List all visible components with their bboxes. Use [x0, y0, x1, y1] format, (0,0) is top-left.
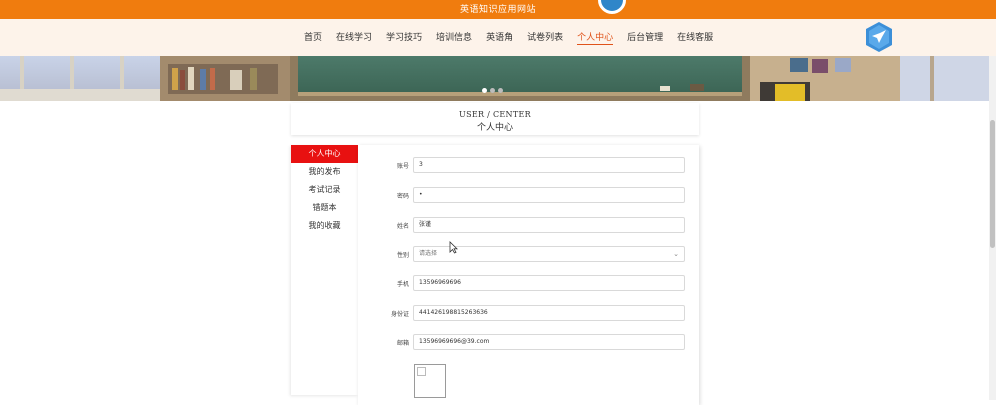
nav-item-online-learning[interactable]: 在线学习 — [336, 32, 372, 45]
classroom-banner-image — [0, 56, 989, 101]
section-title-card: USER / CENTER 个人中心 — [291, 103, 699, 135]
phone-label: 手机 — [396, 281, 409, 288]
site-title: 英语知识应用网站 — [459, 5, 536, 15]
account-input[interactable]: 3 — [413, 157, 685, 173]
form-row-id-card: 身份证 441426198815263636 — [358, 305, 699, 322]
mouse-cursor-icon — [449, 241, 458, 254]
carousel-dots — [482, 88, 503, 93]
nav-item-admin[interactable]: 后台管理 — [627, 32, 663, 45]
section-title-en: USER / CENTER — [459, 110, 531, 119]
broken-image-icon — [417, 367, 426, 376]
name-input[interactable]: 张谨 — [413, 217, 685, 233]
profile-form: 账号 3 密码 • 姓名 张谨 性别 请选择 ⌄ 手机 13596969696 … — [358, 145, 699, 405]
id-card-input[interactable]: 441426198815263636 — [413, 305, 685, 321]
nav-item-study-tips[interactable]: 学习技巧 — [386, 32, 422, 45]
nav-item-home[interactable]: 首页 — [304, 32, 322, 45]
main-navigation: 首页 在线学习 学习技巧 培训信息 英语角 试卷列表 个人中心 后台管理 在线客… — [0, 19, 996, 56]
id-card-label: 身份证 — [390, 311, 409, 318]
password-input[interactable]: • — [413, 187, 685, 203]
user-sidebar: 个人中心 我的发布 考试记录 错题本 我的收藏 — [291, 145, 358, 395]
avatar-image-upload[interactable] — [414, 364, 446, 398]
nav-item-exam-list[interactable]: 试卷列表 — [527, 32, 563, 45]
page-scrollbar[interactable] — [989, 56, 996, 400]
carousel-dot-2[interactable] — [490, 88, 495, 93]
nav-item-training-info[interactable]: 培训信息 — [436, 32, 472, 45]
form-row-account: 账号 3 — [358, 157, 699, 174]
sidebar-item-favorites[interactable]: 我的收藏 — [291, 217, 358, 235]
gender-select-placeholder: 请选择 — [419, 250, 438, 257]
form-row-phone: 手机 13596969696 — [358, 275, 699, 292]
nav-list: 首页 在线学习 学习技巧 培训信息 英语角 试卷列表 个人中心 后台管理 在线客… — [304, 32, 727, 45]
name-label: 姓名 — [396, 223, 409, 230]
bird-shield-logo-icon[interactable] — [865, 21, 893, 53]
carousel-dot-3[interactable] — [498, 88, 503, 93]
form-row-email: 邮箱 13596969696@39.com — [358, 334, 699, 351]
nav-item-user-center[interactable]: 个人中心 — [577, 32, 614, 45]
nav-item-online-service[interactable]: 在线客服 — [677, 32, 713, 45]
carousel-dot-1[interactable] — [482, 88, 487, 93]
form-row-password: 密码 • — [358, 187, 699, 204]
scrollbar-thumb[interactable] — [990, 120, 995, 248]
section-title-zh: 个人中心 — [476, 123, 513, 133]
gender-label: 性别 — [396, 252, 409, 259]
sidebar-item-wrong-questions[interactable]: 错题本 — [291, 199, 358, 217]
email-label: 邮箱 — [396, 340, 409, 347]
sidebar-item-user-center[interactable]: 个人中心 — [291, 145, 358, 163]
top-header-bar: 英语知识应用网站 — [0, 0, 996, 19]
chevron-down-icon: ⌄ — [673, 250, 679, 258]
sidebar-item-my-posts[interactable]: 我的发布 — [291, 163, 358, 181]
form-row-name: 姓名 张谨 — [358, 217, 699, 234]
account-label: 账号 — [396, 163, 409, 170]
classroom-illustration — [0, 56, 989, 101]
password-label: 密码 — [396, 193, 409, 200]
sidebar-item-exam-records[interactable]: 考试记录 — [291, 181, 358, 199]
form-row-gender: 性别 请选择 ⌄ — [358, 246, 699, 263]
email-input[interactable]: 13596969696@39.com — [413, 334, 685, 350]
nav-item-english-corner[interactable]: 英语角 — [486, 32, 513, 45]
phone-input[interactable]: 13596969696 — [413, 275, 685, 291]
